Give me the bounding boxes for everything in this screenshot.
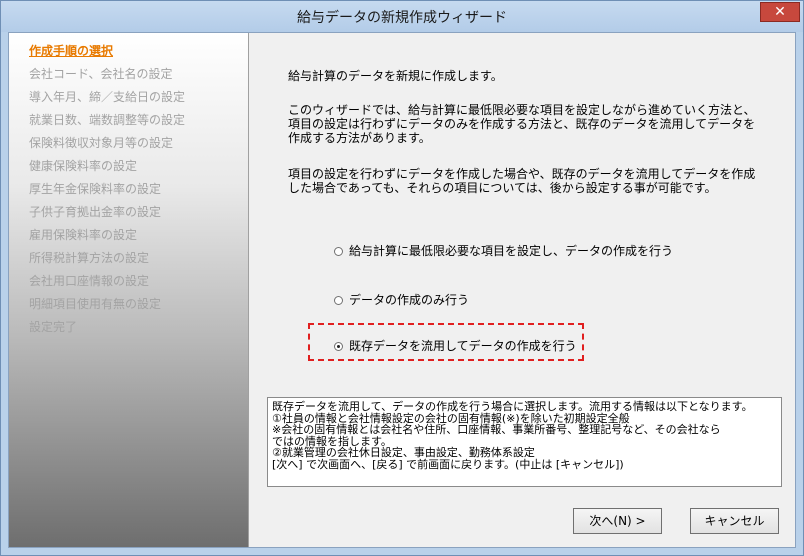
description-text: このウィザードでは、給与計算に最低限必要な項目を設定しながら進めていく方法と、 … <box>288 103 756 145</box>
radio-icon[interactable] <box>334 296 343 305</box>
intro-text: 給与計算のデータを新規に作成します。 <box>288 69 503 83</box>
note-text: 項目の設定を行わずにデータを作成した場合や、既存のデータを流用してデータを作成 … <box>288 167 756 195</box>
option-setup-items[interactable]: 給与計算に最低限必要な項目を設定し、データの作成を行う <box>334 242 673 259</box>
cancel-button[interactable]: キャンセル <box>690 508 779 534</box>
title-bar: 給与データの新規作成ウィザード ✕ <box>1 1 803 32</box>
step-sidebar: 作成手順の選択 会社コード、会社名の設定 導入年月、締／支給日の設定 就業日数、… <box>9 33 249 547</box>
step-income-tax: 所得税計算方法の設定 <box>29 251 150 265</box>
step-intro-date: 導入年月、締／支給日の設定 <box>29 90 186 104</box>
window-title: 給与データの新規作成ウィザード <box>297 10 507 26</box>
step-childcare-rate: 子供子育拠出金率の設定 <box>29 205 162 219</box>
step-health-rate: 健康保険料率の設定 <box>29 159 138 173</box>
step-select-method: 作成手順の選択 <box>29 44 114 58</box>
next-button[interactable]: 次へ(N) > <box>573 508 662 534</box>
radio-icon[interactable] <box>334 247 343 256</box>
close-button[interactable]: ✕ <box>760 2 800 22</box>
wizard-window: 給与データの新規作成ウィザード ✕ 作成手順の選択 会社コード、会社名の設定 導… <box>0 0 804 556</box>
step-statement-items: 明細項目使用有無の設定 <box>29 297 162 311</box>
option-label: 給与計算に最低限必要な項目を設定し、データの作成を行う <box>349 244 674 258</box>
focus-rectangle <box>308 323 584 361</box>
step-bank-account: 会社用口座情報の設定 <box>29 274 150 288</box>
option-data-only[interactable]: データの作成のみ行う <box>334 291 469 308</box>
option-description-box: 既存データを流用して、データの作成を行う場合に選択します。流用する情報は以下とな… <box>267 397 782 487</box>
step-premium-month: 保険料徴収対象月等の設定 <box>29 136 174 150</box>
step-pension-rate: 厚生年金保険料率の設定 <box>29 182 162 196</box>
step-work-days: 就業日数、端数調整等の設定 <box>29 113 186 127</box>
step-employment-rate: 雇用保険料率の設定 <box>29 228 138 242</box>
option-label: データの作成のみ行う <box>349 293 470 307</box>
step-company-code: 会社コード、会社名の設定 <box>29 67 173 81</box>
wizard-body: 作成手順の選択 会社コード、会社名の設定 導入年月、締／支給日の設定 就業日数、… <box>8 32 796 548</box>
main-panel: 給与計算のデータを新規に作成します。 このウィザードでは、給与計算に最低限必要な… <box>250 33 795 547</box>
step-complete: 設定完了 <box>29 320 78 334</box>
